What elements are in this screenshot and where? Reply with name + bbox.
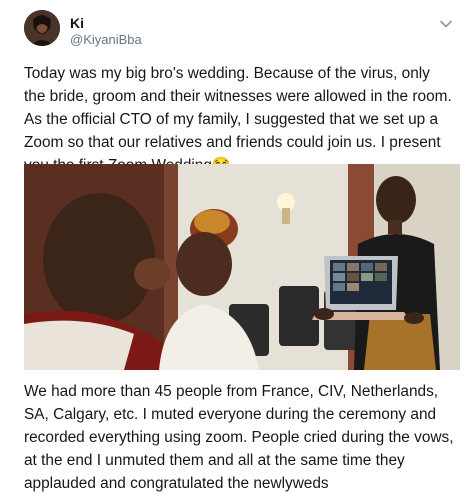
- user-handle[interactable]: @KiyaniBba: [70, 32, 142, 48]
- tweet-text-bottom: We had more than 45 people from France, …: [24, 383, 454, 492]
- tweet-text-top: Today was my big bro's wedding. Because …: [24, 65, 452, 174]
- tweet-header: Ki @KiyaniBba: [24, 10, 454, 50]
- wedding-photo-image: [24, 164, 460, 370]
- chevron-down-icon[interactable]: [438, 16, 454, 32]
- display-name[interactable]: Ki: [70, 15, 142, 32]
- avatar-image: [24, 10, 60, 46]
- tweet-photo[interactable]: [24, 164, 460, 370]
- avatar[interactable]: [24, 10, 60, 46]
- user-names: Ki @KiyaniBba: [70, 15, 142, 48]
